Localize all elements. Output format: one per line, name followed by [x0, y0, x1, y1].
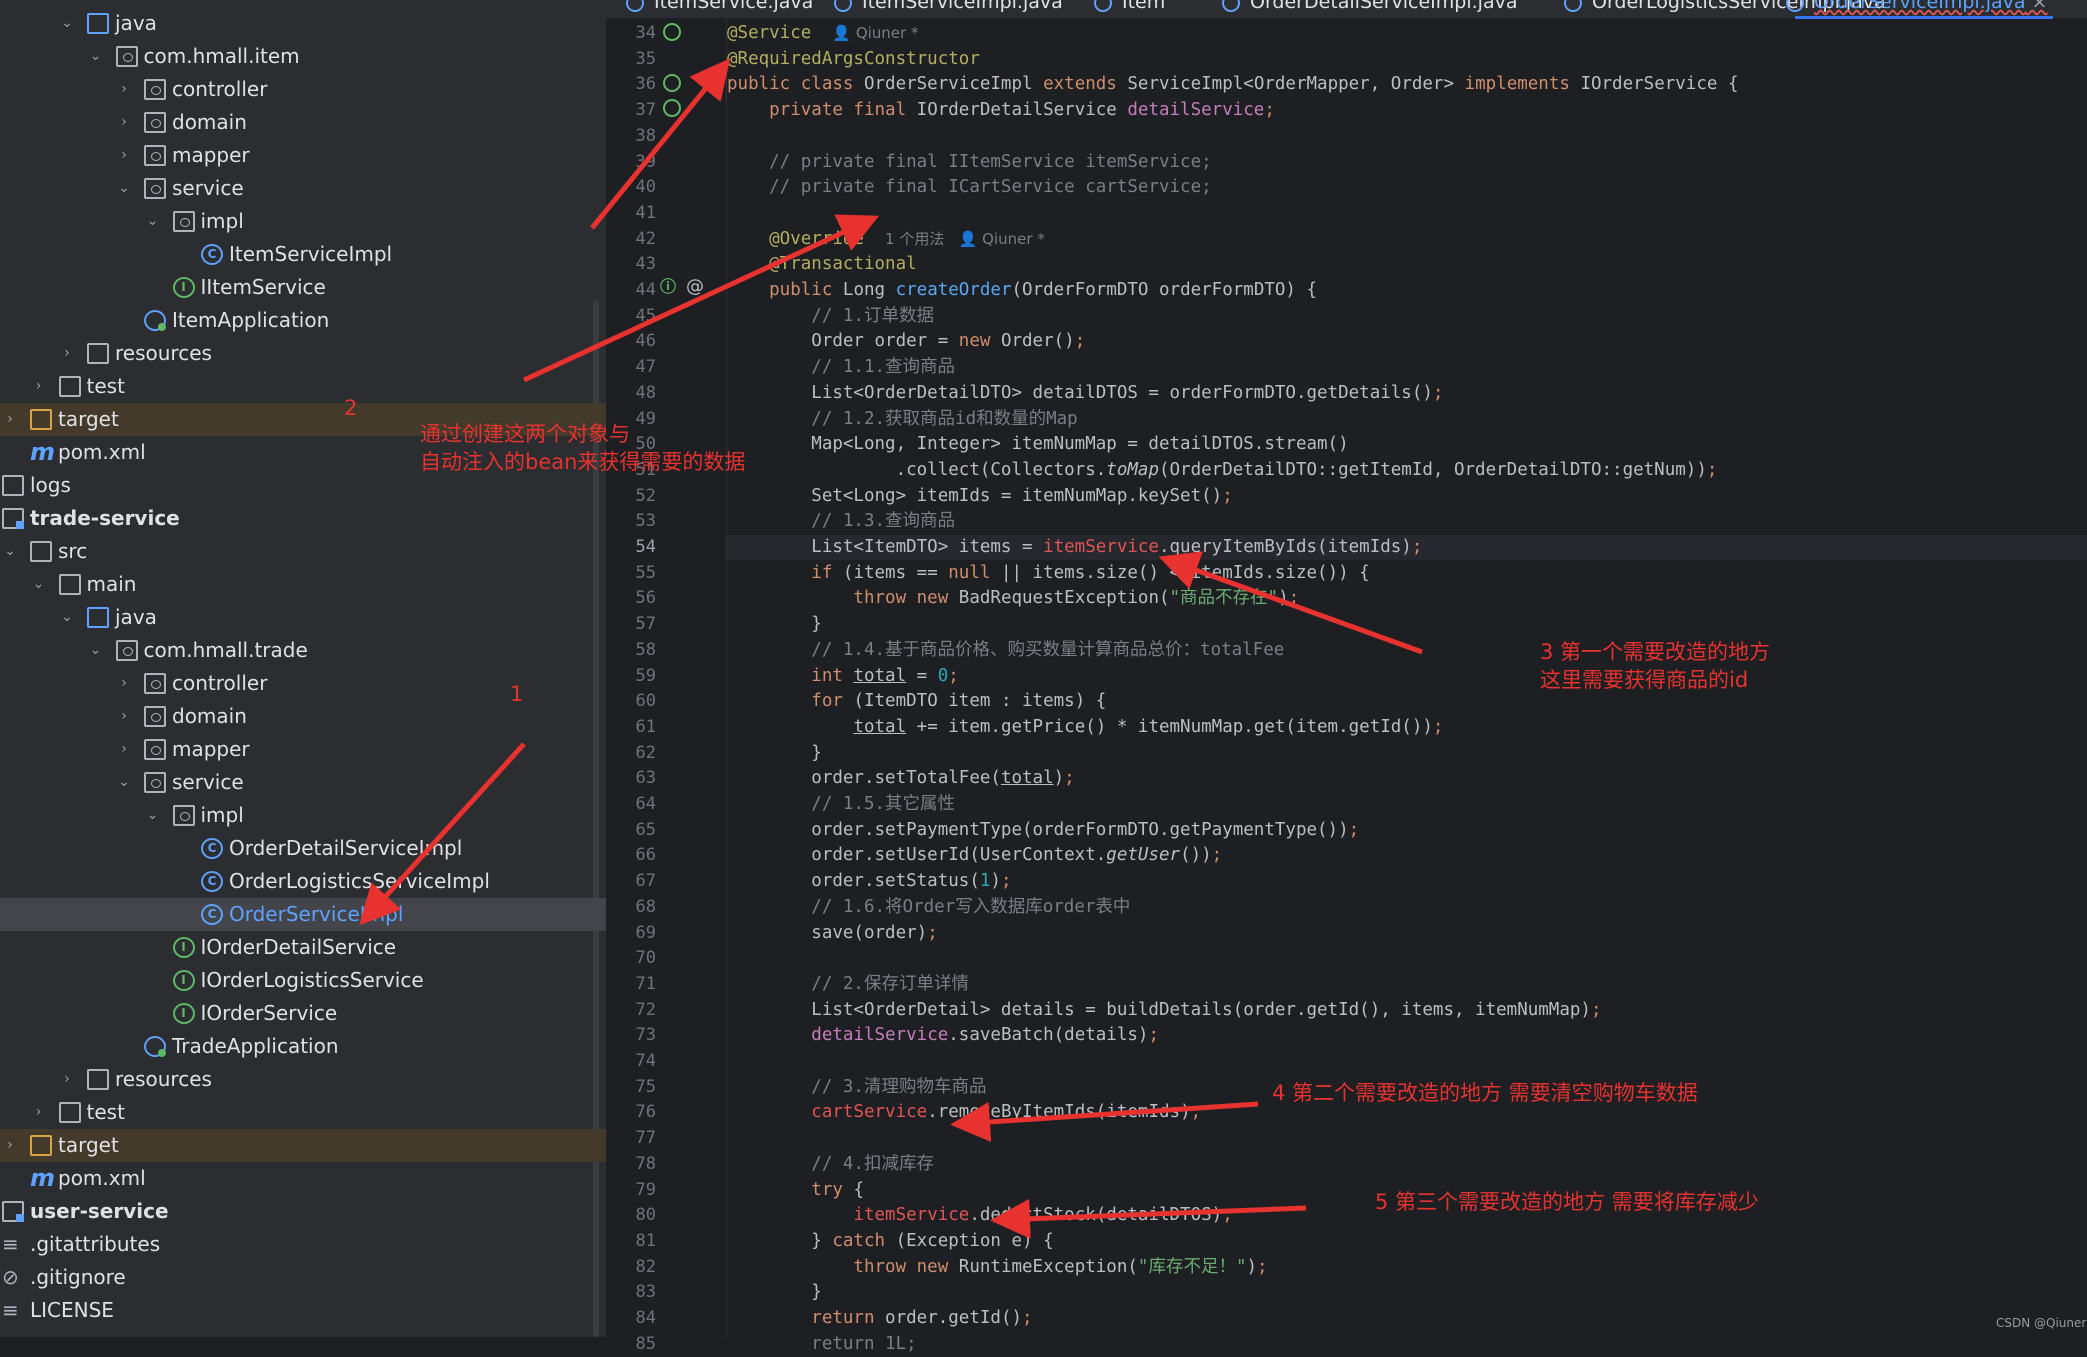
arrow-to-deduct-stock — [990, 1198, 1307, 1239]
arrow-to-item-service-query — [1158, 551, 1423, 655]
watermark: CSDN @Qiuner — [1996, 1316, 2087, 1330]
arrow-to-order-service-impl — [359, 742, 526, 926]
annotation-arrows — [359, 58, 1423, 1239]
arrow-to-commented-fields — [522, 214, 880, 383]
arrow-to-cart-service — [950, 1101, 1259, 1142]
arrow-to-class-annotation — [590, 58, 731, 230]
